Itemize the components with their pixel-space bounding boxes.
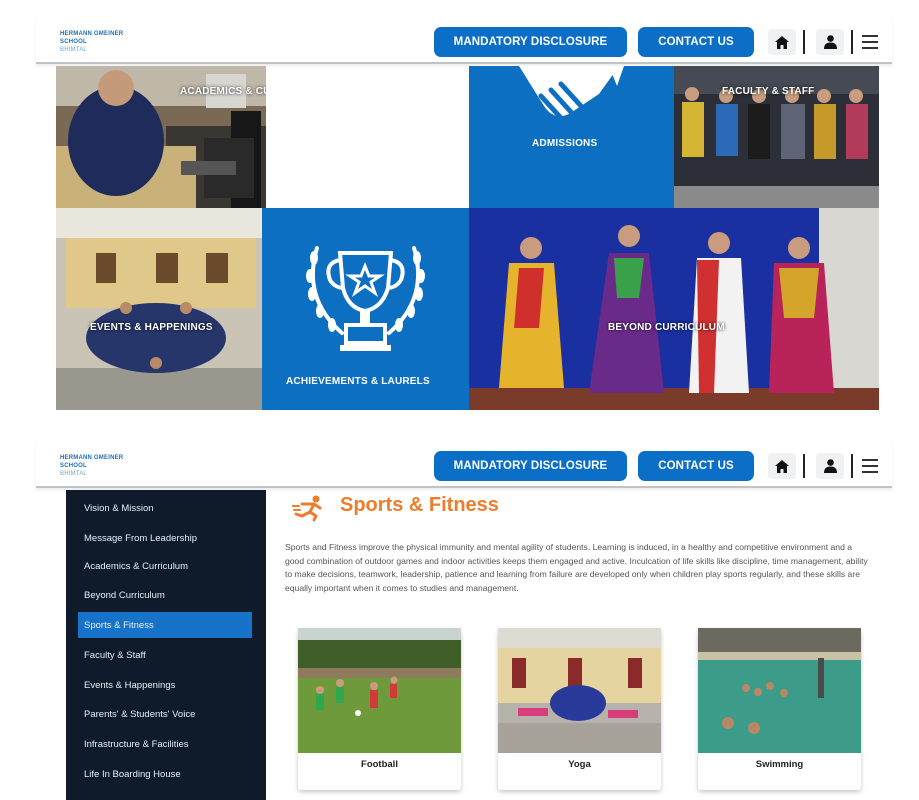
home-button[interactable]	[768, 29, 796, 55]
user-button[interactable]	[816, 29, 844, 55]
home-button[interactable]	[768, 453, 796, 479]
sidebar-item-faculty[interactable]: Faculty & Staff	[78, 642, 252, 668]
divider	[803, 30, 805, 54]
tile-label: EVENTS & HAPPENINGS	[90, 322, 213, 333]
divider	[803, 454, 805, 478]
contact-us-button[interactable]: CONTACT US	[638, 451, 754, 481]
tile-label: FACULTY & STAFF	[722, 86, 815, 97]
section-description: Sports and Fitness improve the physical …	[285, 542, 868, 593]
logo-line-1: HERMANN GMEINER	[60, 455, 124, 461]
tile-label: ACADEMICS & CURRICULUM	[180, 86, 266, 97]
sidebar-item-voice[interactable]: Parents' & Students' Voice	[78, 701, 252, 727]
mandatory-disclosure-button[interactable]: MANDATORY DISCLOSURE	[434, 451, 627, 481]
contact-us-button[interactable]: CONTACT US	[638, 27, 754, 57]
tile-academics[interactable]: ACADEMICS & CURRICULUM	[56, 66, 266, 208]
card-caption: Yoga	[568, 759, 591, 770]
sidebar-item-infrastructure[interactable]: Infrastructure & Facilities	[78, 731, 252, 757]
logo-line-2: SCHOOL	[60, 463, 87, 469]
menu-icon[interactable]	[862, 35, 878, 49]
divider	[851, 30, 853, 54]
school-logo[interactable]: HERMANN GMEINER SCHOOL BHIMTAL	[60, 454, 150, 478]
card-caption: Swimming	[755, 759, 804, 770]
sidebar-item-boarding[interactable]: Life In Boarding House	[78, 761, 252, 787]
yoga-photo	[498, 628, 661, 753]
user-icon	[823, 459, 837, 473]
sidebar-item-events[interactable]: Events & Happenings	[78, 672, 252, 698]
user-button[interactable]	[816, 453, 844, 479]
home-icon	[775, 459, 789, 473]
football-photo	[298, 628, 461, 753]
card-yoga[interactable]: Yoga	[498, 628, 661, 790]
tile-faculty[interactable]: FACULTY & STAFF	[674, 66, 879, 208]
menu-icon[interactable]	[862, 459, 878, 473]
tile-label: BEYOND CURRICULUM	[608, 322, 725, 333]
card-caption: Football	[361, 759, 398, 770]
sidebar-nav: Vision & Mission Message From Leadership…	[66, 490, 266, 800]
tile-beyond[interactable]: BEYOND CURRICULUM	[469, 208, 879, 410]
school-logo[interactable]: HERMANN GMEINER SCHOOL BHIMTAL	[60, 30, 150, 54]
sidebar-item-academics[interactable]: Academics & Curriculum	[78, 553, 252, 579]
sidebar-item-sports[interactable]: Sports & Fitness	[78, 612, 252, 638]
divider	[851, 454, 853, 478]
mandatory-disclosure-button[interactable]: MANDATORY DISCLOSURE	[434, 27, 627, 57]
user-icon	[823, 35, 837, 49]
site-header: HERMANN GMEINER SCHOOL BHIMTAL MANDATORY…	[36, 444, 892, 488]
sidebar-item-leadership[interactable]: Message From Leadership	[78, 525, 252, 551]
card-football[interactable]: Football	[298, 628, 461, 790]
card-swimming[interactable]: Swimming	[698, 628, 861, 790]
tile-events[interactable]: EVENTS & HAPPENINGS	[56, 208, 262, 410]
trophy-icon	[306, 246, 425, 351]
page-title: Sports & Fitness	[340, 494, 499, 516]
runner-icon	[292, 495, 322, 522]
tile-achievements[interactable]: ACHIEVEMENTS & LAURELS	[262, 208, 469, 410]
logo-line-3: BHIMTAL	[60, 471, 87, 477]
events-photo	[56, 208, 262, 410]
sidebar-item-beyond[interactable]: Beyond Curriculum	[78, 582, 252, 608]
logo-line-2: SCHOOL	[60, 39, 87, 45]
site-header: HERMANN GMEINER SCHOOL BHIMTAL MANDATORY…	[36, 20, 892, 64]
logo-line-3: BHIMTAL	[60, 47, 87, 53]
sidebar-item-vision[interactable]: Vision & Mission	[78, 495, 252, 521]
tile-label: ADMISSIONS	[532, 138, 598, 149]
dance-photo	[469, 208, 879, 410]
tile-label: ACHIEVEMENTS & LAURELS	[286, 376, 430, 387]
tile-admissions[interactable]: ADMISSIONS	[469, 66, 674, 208]
home-icon	[775, 35, 789, 49]
logo-line-1: HERMANN GMEINER	[60, 31, 124, 37]
handshake-icon	[519, 66, 624, 121]
swimming-photo	[698, 628, 861, 753]
